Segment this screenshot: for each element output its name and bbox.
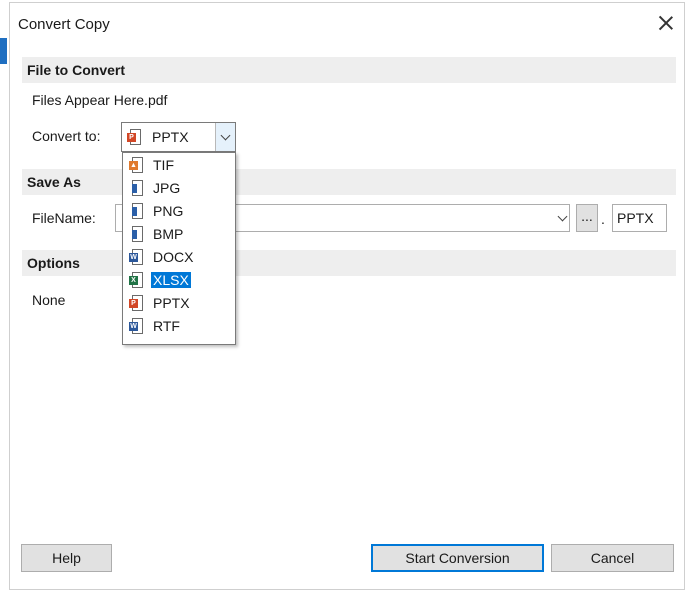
close-icon[interactable]: [656, 13, 676, 33]
format-dropdown-list: ▲ TIF JPG PNG BMP W DOCX X XLSX P PPTX W: [122, 152, 236, 345]
word-icon: W: [129, 318, 143, 334]
chevron-down-icon[interactable]: [557, 211, 568, 222]
image-file-icon: [129, 180, 143, 196]
image-file-icon: ▲: [129, 157, 143, 173]
options-value: None: [32, 292, 66, 308]
convert-to-value: PPTX: [152, 129, 189, 145]
section-save-as: Save As: [22, 169, 676, 195]
start-conversion-button[interactable]: Start Conversion: [371, 544, 544, 572]
extension-dot: .: [601, 211, 605, 227]
browse-button[interactable]: ...: [576, 204, 598, 232]
convert-to-select[interactable]: P PPTX: [121, 122, 236, 152]
dialog-title: Convert Copy: [18, 16, 110, 33]
image-file-icon: [129, 203, 143, 219]
format-option-pptx[interactable]: P PPTX: [125, 292, 233, 315]
help-button[interactable]: Help: [21, 544, 112, 572]
format-option-bmp[interactable]: BMP: [125, 223, 233, 246]
powerpoint-icon: P: [129, 295, 143, 311]
section-file-to-convert: File to Convert: [22, 57, 676, 83]
convert-to-label: Convert to:: [32, 128, 101, 144]
excel-icon: X: [129, 272, 143, 288]
image-file-icon: [129, 226, 143, 242]
window-edge-accent: [0, 38, 7, 64]
cancel-button[interactable]: Cancel: [551, 544, 674, 572]
section-options: Options: [22, 250, 676, 276]
convert-to-dropdown-button[interactable]: [215, 123, 235, 151]
format-option-tif[interactable]: ▲ TIF: [125, 154, 233, 177]
filename-label: FileName:: [32, 210, 96, 226]
format-option-docx[interactable]: W DOCX: [125, 246, 233, 269]
word-icon: W: [129, 249, 143, 265]
powerpoint-icon: P: [127, 129, 141, 145]
format-option-rtf[interactable]: W RTF: [125, 315, 233, 338]
extension-field[interactable]: PPTX: [612, 204, 667, 232]
format-option-jpg[interactable]: JPG: [125, 177, 233, 200]
format-option-xlsx[interactable]: X XLSX: [125, 269, 233, 292]
file-name-text: Files Appear Here.pdf: [32, 92, 168, 108]
format-option-png[interactable]: PNG: [125, 200, 233, 223]
extension-value: PPTX: [617, 210, 654, 226]
convert-copy-dialog: Convert Copy File to Convert Files Appea…: [9, 2, 685, 590]
chevron-down-icon: [220, 130, 231, 141]
